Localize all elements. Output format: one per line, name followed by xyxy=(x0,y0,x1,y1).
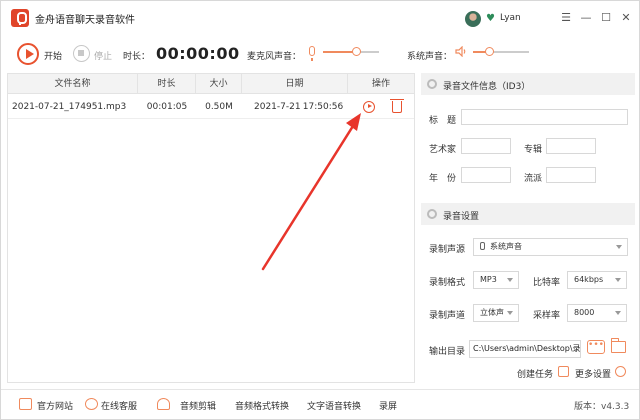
bitrate-value: 64kbps xyxy=(574,275,604,284)
source-select[interactable]: 系统声音 xyxy=(473,238,628,256)
system-volume-knob[interactable] xyxy=(485,47,495,56)
browse-button[interactable]: ••• xyxy=(587,340,605,354)
source-label: 录制声源 xyxy=(429,245,466,255)
column-header-actions: 操作 xyxy=(371,79,390,89)
source-value: 系统声音 xyxy=(490,242,522,251)
id3-genre-input[interactable] xyxy=(546,167,596,183)
id3-artist-input[interactable] xyxy=(461,138,511,154)
bitrate-select[interactable]: 64kbps xyxy=(567,271,627,289)
channel-value: 立体声 xyxy=(480,308,504,317)
id3-album-label: 专辑 xyxy=(524,145,543,155)
column-header-date: 日期 xyxy=(242,74,348,94)
play-icon[interactable] xyxy=(363,101,375,113)
channel-select[interactable]: 立体声 xyxy=(473,304,519,322)
table-row[interactable]: 2021-07-21_174951.mp3 00:01:05 0.50M 202… xyxy=(8,95,414,119)
id3-album-input[interactable] xyxy=(546,138,596,154)
more-settings-label[interactable]: 更多设置 xyxy=(575,367,611,380)
footer-screen-record-link[interactable]: 录屏 xyxy=(379,399,397,412)
id3-year-label: 年 份 xyxy=(429,174,457,184)
file-name-cell: 2021-07-21_174951.mp3 xyxy=(12,102,127,112)
start-label[interactable]: 开始 xyxy=(44,49,62,62)
gear-icon xyxy=(427,79,437,89)
speaker-icon[interactable] xyxy=(455,46,468,57)
mic-volume-slider[interactable] xyxy=(323,47,379,56)
footer-bar: 官方网站 在线客服 音频剪辑 音频格式转换 文字语音转换 录屏 版本：v4.3.… xyxy=(1,389,639,419)
format-label: 录制格式 xyxy=(429,278,466,288)
create-task-icon[interactable] xyxy=(558,366,569,377)
column-header-size: 大小 xyxy=(196,74,242,94)
app-logo-icon xyxy=(11,9,29,27)
output-dir-input[interactable]: C:\Users\admin\Desktop\录音 xyxy=(469,340,581,358)
settings-section-title: 录音设置 xyxy=(443,212,480,222)
chevron-down-icon xyxy=(507,311,513,315)
id3-section-title: 录音文件信息（ID3） xyxy=(443,82,531,92)
footer-format-convert-link[interactable]: 音频格式转换 xyxy=(235,399,289,412)
chevron-down-icon xyxy=(615,278,621,282)
id3-title-input[interactable] xyxy=(461,109,628,125)
maximize-icon[interactable]: ☐ xyxy=(599,11,613,25)
duration-value: 00:00:00 xyxy=(156,44,240,63)
microphone-icon xyxy=(480,242,485,250)
samplerate-value: 8000 xyxy=(574,308,595,317)
duration-label: 时长： xyxy=(123,52,151,62)
format-value: MP3 xyxy=(480,275,497,284)
monitor-icon[interactable] xyxy=(19,398,32,410)
folder-icon[interactable] xyxy=(611,338,626,353)
right-panel: 录音文件信息（ID3） 标 题 艺术家 专辑 年 份 流派 录音设置 录制声源 … xyxy=(421,73,635,383)
file-time-cell: 17:50:56 xyxy=(302,102,344,112)
system-volume-slider[interactable] xyxy=(473,47,529,56)
column-header-name: 文件名称 xyxy=(8,74,138,94)
chevron-down-icon xyxy=(615,311,621,315)
chevron-down-icon xyxy=(616,245,622,249)
footer-tts-link[interactable]: 文字语音转换 xyxy=(307,399,361,412)
table-header: 文件名称 时长 大小 日期 操作 xyxy=(8,74,414,94)
file-duration-cell: 00:01:05 xyxy=(146,102,188,112)
file-table: 文件名称 时长 大小 日期 操作 2021-07-21_174951.mp3 0… xyxy=(7,73,415,383)
footer-support-link[interactable]: 在线客服 xyxy=(101,399,137,412)
stop-record-button[interactable] xyxy=(73,45,90,62)
avatar[interactable] xyxy=(465,11,481,27)
record-toolbar: 开始 停止 时长： 00:00:00 麦克风声音： 系统声音： xyxy=(1,33,639,73)
close-icon[interactable]: ✕ xyxy=(619,11,633,25)
settings-section-header: 录音设置 xyxy=(421,203,635,225)
bitrate-label: 比特率 xyxy=(533,278,561,288)
id3-section-header: 录音文件信息（ID3） xyxy=(421,73,635,95)
minimize-icon[interactable]: — xyxy=(579,11,593,25)
menu-icon[interactable]: ☰ xyxy=(559,11,573,25)
id3-title-label: 标 题 xyxy=(429,116,457,126)
app-window: 金舟语音聊天录音软件 ♥ Lyan ☰ — ☐ ✕ 开始 停止 时长： 00:0… xyxy=(0,0,640,420)
samplerate-label: 采样率 xyxy=(533,311,561,321)
system-volume-label: 系统声音： xyxy=(407,52,453,62)
create-task-label[interactable]: 创建任务 xyxy=(517,367,553,380)
file-date-cell: 2021-7-21 xyxy=(254,102,300,112)
microphone-icon[interactable] xyxy=(309,46,315,61)
id3-artist-label: 艺术家 xyxy=(429,145,457,155)
app-title: 金舟语音聊天录音软件 xyxy=(35,15,135,26)
user-name[interactable]: Lyan xyxy=(500,13,521,23)
version-label: 版本：v4.3.3 xyxy=(574,402,630,412)
file-size-cell: 0.50M xyxy=(205,102,233,112)
customer-service-icon[interactable] xyxy=(85,398,98,410)
stop-label[interactable]: 停止 xyxy=(94,49,112,62)
mic-volume-knob[interactable] xyxy=(352,47,362,56)
channel-label: 录制声道 xyxy=(429,311,466,321)
chevron-down-icon xyxy=(507,278,513,282)
id3-genre-label: 流派 xyxy=(524,174,543,184)
start-record-button[interactable] xyxy=(17,43,39,65)
footer-audio-edit-link[interactable]: 音频剪辑 xyxy=(180,399,216,412)
more-settings-icon[interactable] xyxy=(615,366,626,377)
format-select[interactable]: MP3 xyxy=(473,271,519,289)
output-dir-label: 输出目录 xyxy=(429,347,466,357)
samplerate-select[interactable]: 8000 xyxy=(567,304,627,322)
vip-badge-icon[interactable]: ♥ xyxy=(486,13,497,24)
footer-website-link[interactable]: 官方网站 xyxy=(37,399,73,412)
mic-volume-label: 麦克风声音： xyxy=(247,52,302,62)
gear-icon xyxy=(427,209,437,219)
id3-year-input[interactable] xyxy=(461,167,511,183)
title-bar: 金舟语音聊天录音软件 ♥ Lyan ☰ — ☐ ✕ xyxy=(1,1,639,33)
scissors-icon[interactable] xyxy=(157,398,170,410)
column-header-duration: 时长 xyxy=(138,74,196,94)
trash-icon[interactable] xyxy=(390,99,404,113)
